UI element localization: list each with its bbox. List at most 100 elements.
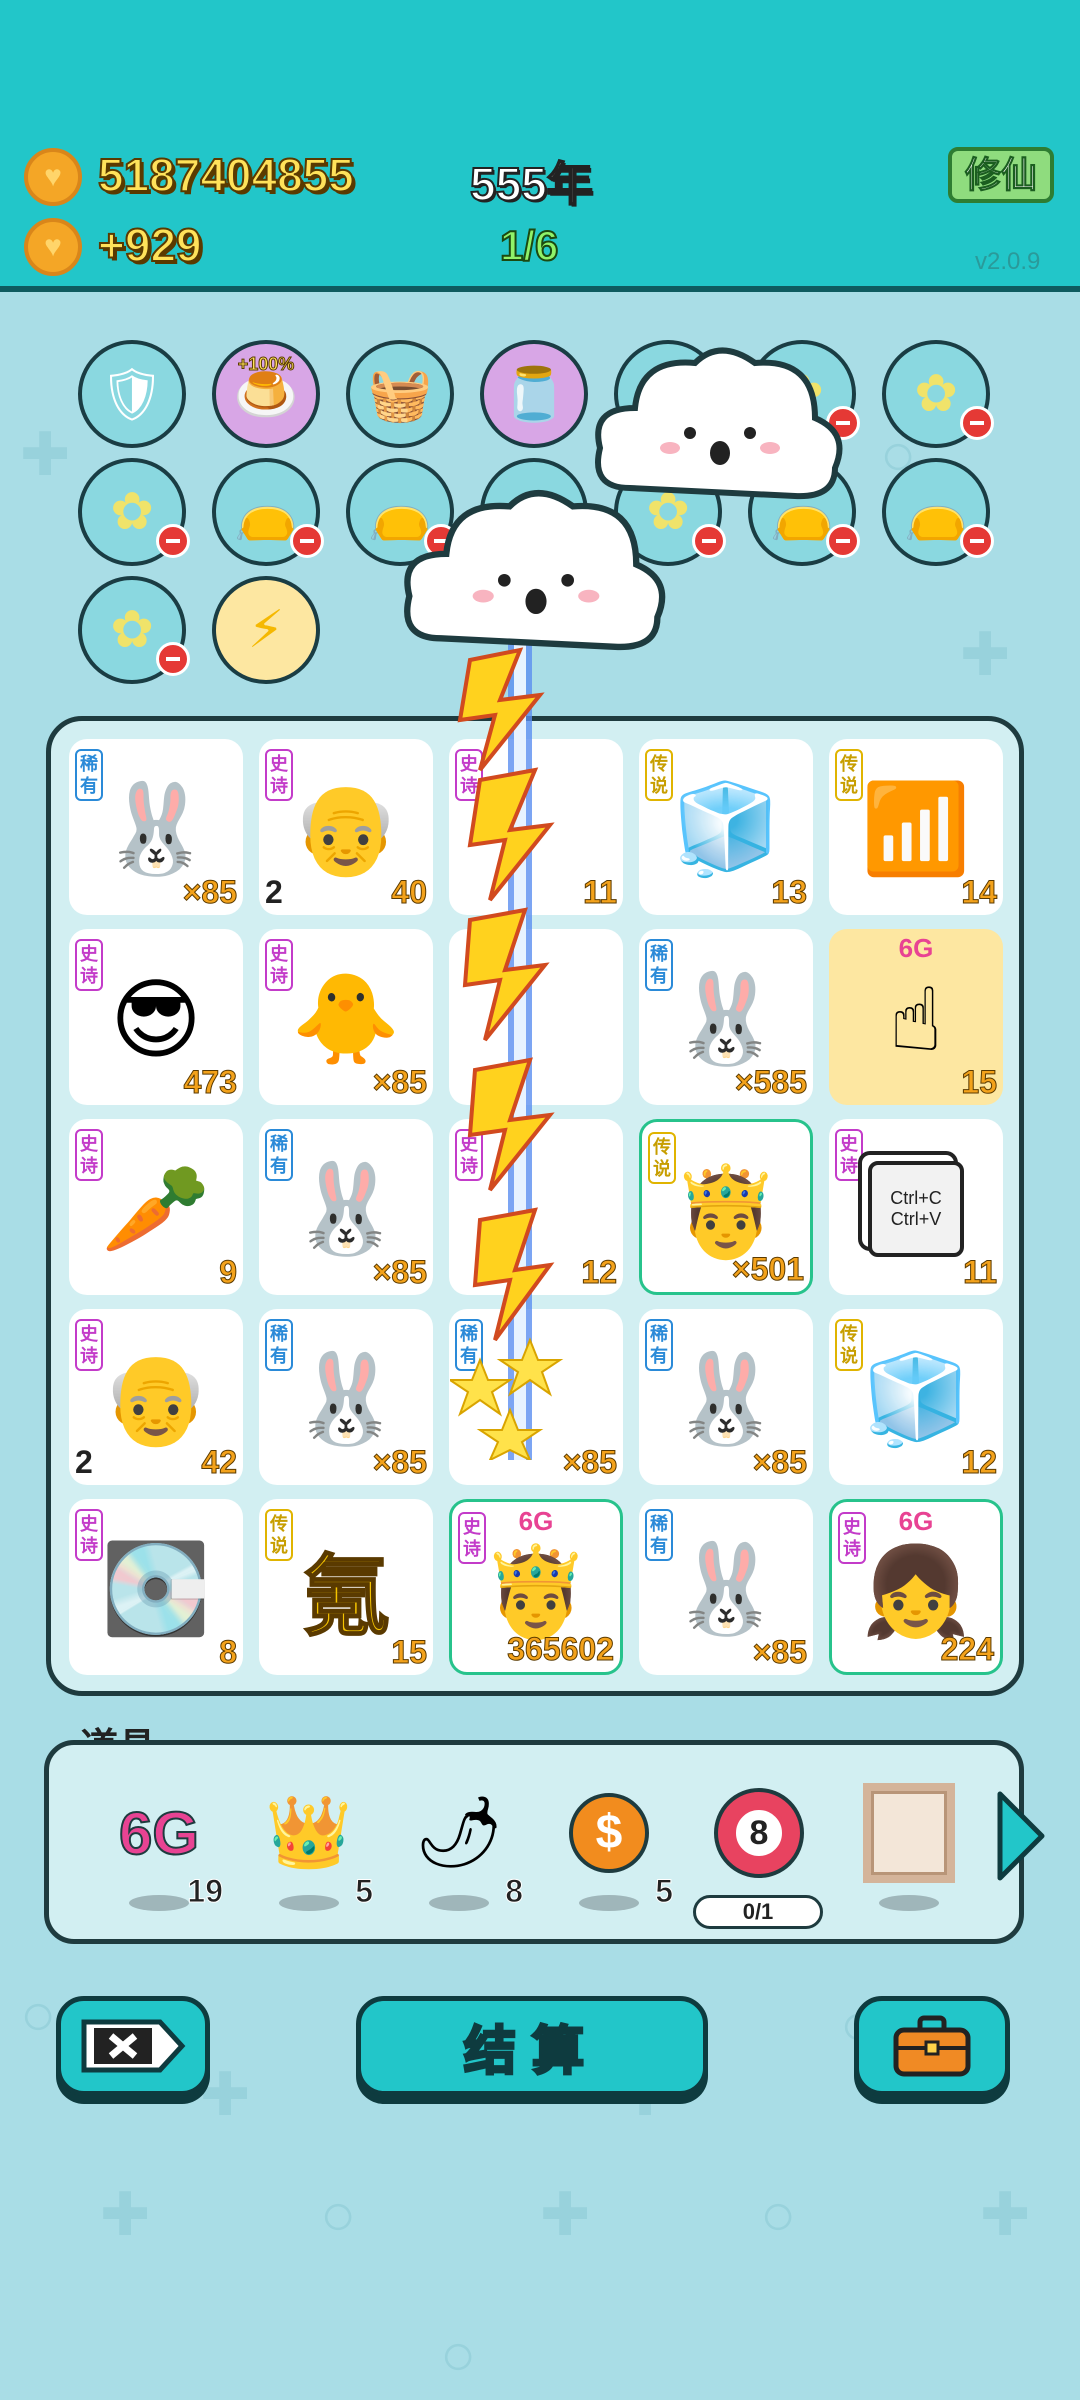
flower-pot-icon: ✿ [110,601,154,659]
board-cell[interactable]: 传说 🧊 12 [829,1309,1003,1485]
board-cell[interactable]: 6G ☝ 15 [829,929,1003,1105]
cell-value: ×85 [372,1254,427,1291]
relic-slot[interactable]: ⚡ [212,576,320,684]
cell-value: 14 [961,874,998,911]
relic-slot[interactable]: ✿ [78,458,190,566]
cell-sub-count: 2 [265,874,283,910]
income-coin-icon [24,218,82,276]
board-cell[interactable]: 史诗 Ctrl+C Ctrl+V 11 [829,1119,1003,1295]
minus-badge-icon [692,524,726,558]
cell-sub-count: 2 [75,1444,93,1480]
board-cell[interactable] [449,929,623,1105]
item-slot[interactable]: 6G 19 [99,1783,223,1923]
board-cell[interactable]: 史诗 😎 473 [69,929,243,1105]
item-count: 5 [355,1873,374,1910]
minus-badge-icon [156,524,190,558]
board-cell[interactable]: 史诗 🐥 ×85 [259,929,433,1105]
cell-value: ×85 [752,1444,807,1481]
year-counter: 555年 [469,157,594,211]
coin-total: 5187404855 [97,148,355,202]
item-slot[interactable] [849,1783,969,1923]
item-count: 8 [505,1873,524,1910]
board-cell[interactable]: 史诗 6G 🤴 365602 [449,1499,623,1675]
board-cell[interactable]: 稀有 🐰 ×85 [639,1309,813,1485]
minus-badge-icon [826,524,860,558]
relic-slot[interactable]: 👝 [882,458,994,566]
board-cell[interactable]: 稀有 ×85 [449,1309,623,1485]
rarity-tag: 史诗 [455,749,483,801]
rabbit-icon: 🐰 [671,1538,781,1638]
item-count: 19 [187,1873,224,1910]
cell-value: ×501 [731,1251,804,1288]
board-cell[interactable]: 传说氪 15 [259,1499,433,1675]
rabbit-icon: 🐰 [101,778,211,878]
board-cell[interactable]: 史诗 👴 2 42 [69,1309,243,1485]
round-progress: 1/6 [499,221,559,270]
graphics-card-icon: 💽 [101,1538,211,1638]
relic-slot[interactable]: 👝 [212,458,324,566]
grandpa-icon: 👴 [291,778,401,878]
item-shadow [279,1895,339,1911]
flower-pot-icon: ✿ [914,365,958,423]
board-cell[interactable]: 史诗 🥕 9 [69,1119,243,1295]
settle-button[interactable]: 结算 [356,1996,708,2096]
remove-button[interactable] [56,1996,210,2096]
fridge-icon: 🧊 [671,778,781,878]
item-count: 0/1 [693,1895,823,1929]
item-slot[interactable]: 8 0/1 [693,1783,823,1929]
cell-value: 42 [201,1444,238,1481]
board-cell[interactable]: 稀有 🐰 ×85 [259,1309,433,1485]
relic-slot[interactable]: ✿ [882,340,994,448]
rabbit-icon: 🐰 [291,1158,401,1258]
lightning-icon: ⚡ [247,601,285,659]
board-cell[interactable]: 史诗 6G 👧 224 [829,1499,1003,1675]
cell-value: 11 [583,874,618,911]
rabbit-icon: 🐰 [291,1348,401,1448]
board-cell[interactable]: 稀有 🐰 ×85 [69,739,243,915]
relic-slot[interactable]: 🛡 [78,340,186,448]
cell-value: 15 [391,1634,428,1671]
cell-value: ×85 [752,1634,807,1671]
cell-value: ×85 [372,1064,427,1101]
dollar-coin-icon: $ [549,1783,669,1883]
cell-value: 9 [219,1254,238,1291]
board-cell[interactable]: 稀有 🐰 ×585 [639,929,813,1105]
cell-value: 15 [961,1064,998,1101]
relic-slot[interactable]: 🍮 +100% [212,340,320,448]
backpack-button[interactable] [854,1996,1010,2096]
item-slot[interactable]: 👑 5 [249,1783,373,1923]
item-slot[interactable]: $5 [549,1783,673,1923]
cell-value: 365602 [507,1631,615,1668]
crown-icon: 👑 [265,1793,353,1871]
board-cell[interactable]: 稀有 🐰 ×85 [259,1119,433,1295]
item-shadow [579,1895,639,1911]
cultivation-mode-button[interactable]: 修仙 [948,147,1054,203]
board-cell[interactable]: 传说 🧊 13 [639,739,813,915]
briefcase-icon [893,2015,971,2077]
board-cell[interactable]: 传说 🤴 ×501 [639,1119,813,1295]
krypton-char-icon: 氪 [301,1543,391,1649]
relic-slot[interactable]: ✿ [78,576,190,684]
relic-slot[interactable]: 🫙 [480,340,588,448]
top-status-bar: 5187404855 +929 555年 1/6 修仙 v2.0.9 [0,0,1080,292]
sack-icon: 👝 [903,483,969,542]
board-cell[interactable]: 史诗 11 [449,739,623,915]
board-cell[interactable]: 史诗 👴 2 40 [259,739,433,915]
frame-icon [849,1783,969,1883]
rarity-tag: 史诗 [455,1129,483,1181]
board-cell[interactable]: 史诗 💽 8 [69,1499,243,1675]
board-cell[interactable]: 史诗 12 [449,1119,623,1295]
relic-slot[interactable]: 🧺 [346,340,454,448]
next-page-arrow-icon[interactable] [996,1790,1046,1882]
cell-value: 12 [581,1254,618,1291]
fridge-icon: 🧊 [861,1348,971,1448]
board-cell[interactable]: 传说 📶 14 [829,739,1003,915]
item-slot[interactable]: 🌶 8 [399,1783,523,1923]
carrot-icon: 🥕 [101,1158,211,1258]
target-number: 8 [732,1806,786,1860]
board-cell[interactable]: 稀有 🐰 ×85 [639,1499,813,1675]
rabbit-icon: 🐰 [671,1348,781,1448]
item-count: 5 [655,1873,674,1910]
cell-value: 13 [771,874,808,911]
jar-icon: 🫙 [501,365,567,424]
